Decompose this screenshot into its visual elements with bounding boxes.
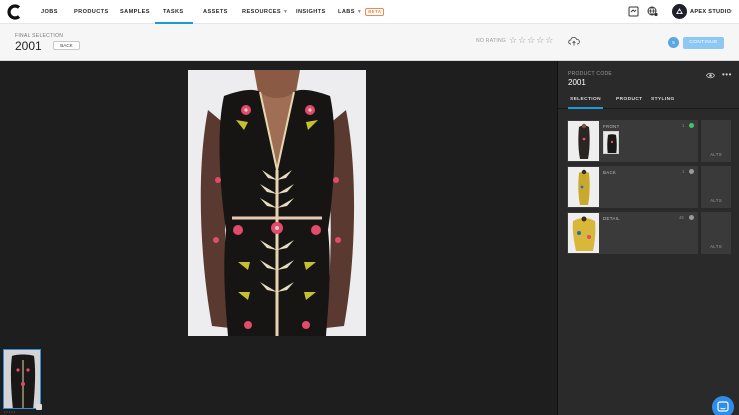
product-code: 2001	[568, 78, 586, 87]
main-product-image[interactable]	[188, 70, 366, 336]
c-logo-icon[interactable]	[6, 3, 24, 21]
shot-thumbnail[interactable]	[568, 213, 599, 253]
product-panel: PRODUCT CODE 2001 ••• SELECTION PRODUCT …	[557, 61, 739, 415]
nav-item-jobs[interactable]: JOBS	[41, 0, 58, 24]
info-icon	[689, 215, 694, 220]
star-rating[interactable]: ☆☆☆☆☆	[509, 35, 554, 46]
shot-name: BACK	[603, 170, 617, 175]
copy-icon[interactable]	[36, 404, 42, 410]
chevron-down-icon[interactable]: ▼	[728, 0, 733, 24]
check-icon	[689, 123, 694, 128]
selected-image-thumbnail[interactable]	[603, 131, 619, 154]
nav-item-products[interactable]: PRODUCTS	[74, 0, 109, 24]
step-badge: 5	[668, 37, 679, 48]
cloud-upload-icon[interactable]	[568, 36, 580, 46]
shot-name: DETAIL	[603, 216, 620, 221]
top-navigation: JOBS PRODUCTS SAMPLES TASKS▼ ASSETS RESO…	[0, 0, 739, 39]
avatar-icon[interactable]	[672, 4, 687, 19]
nav-item-resources[interactable]: RESOURCES ▼	[242, 0, 288, 24]
shot-count: 1	[682, 169, 685, 174]
studio-name[interactable]: APEX STUDIO	[690, 0, 731, 24]
shot-thumbnail[interactable]	[568, 121, 599, 161]
nav-item-assets[interactable]: ASSETS	[203, 0, 228, 24]
alts-box-front[interactable]: ALTS	[701, 120, 731, 162]
alts-label: ALTS	[710, 244, 722, 249]
selection-header: FINAL SELECTION 2001 BACK NO RATING ☆☆☆☆…	[0, 24, 739, 61]
tab-product[interactable]: PRODUCT	[616, 97, 643, 109]
rating-label: NO RATING	[476, 38, 507, 44]
shot-row-front[interactable]: FRONT 1	[567, 120, 698, 162]
alts-box-detail[interactable]: ALTS	[701, 212, 731, 254]
product-code-label: PRODUCT CODE	[568, 71, 613, 77]
chevron-down-icon: ▼	[283, 9, 289, 15]
nav-item-samples[interactable]: SAMPLES	[120, 0, 150, 24]
alts-label: ALTS	[710, 152, 722, 157]
tab-styling[interactable]: STYLING	[651, 97, 675, 109]
beta-badge: BETA	[365, 7, 385, 16]
shot-name: FRONT	[603, 124, 620, 129]
image-thumbnail[interactable]	[3, 349, 41, 409]
panel-tabs: SELECTION PRODUCT STYLING	[558, 93, 739, 109]
nav-item-tasks[interactable]: TASKS▼	[155, 0, 193, 39]
continue-button[interactable]: CONTINUE	[683, 37, 724, 49]
shot-count: 1	[682, 123, 685, 128]
alts-label: ALTS	[710, 198, 722, 203]
shot-row-back[interactable]: BACK 1	[567, 166, 698, 208]
nav-item-labs[interactable]: LABS ▼ BETA	[338, 0, 385, 24]
image-viewer: •••••	[0, 61, 557, 415]
shot-count: 46	[679, 215, 684, 220]
globe-icon[interactable]	[647, 6, 658, 17]
shot-thumbnail[interactable]	[568, 167, 599, 207]
alts-box-back[interactable]: ALTS	[701, 166, 731, 208]
nav-item-insights[interactable]: INSIGHTS	[296, 0, 326, 24]
chevron-down-icon: ▼	[356, 9, 363, 15]
tab-selection[interactable]: SELECTION	[568, 97, 603, 109]
chat-icon[interactable]	[712, 396, 734, 415]
message-icon[interactable]	[628, 6, 639, 17]
eye-icon[interactable]	[706, 72, 715, 79]
page-title: 2001	[15, 39, 42, 53]
back-button[interactable]: BACK	[53, 41, 80, 50]
info-icon	[689, 169, 694, 174]
more-icon[interactable]: •••	[722, 70, 732, 79]
shot-row-detail[interactable]: DETAIL 46	[567, 212, 698, 254]
thumbnail-dots: •••••	[4, 409, 17, 414]
